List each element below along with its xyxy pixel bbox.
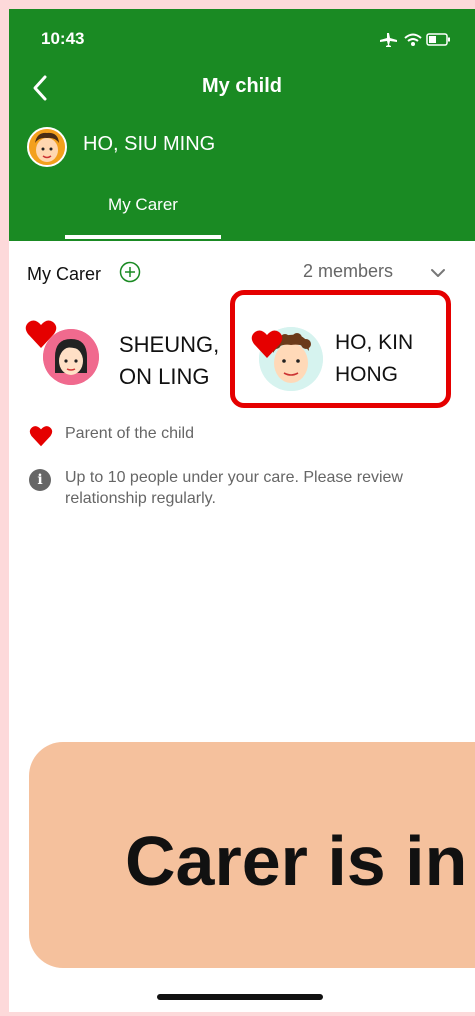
section-title: My Carer bbox=[27, 264, 102, 284]
carer-name-line2: ON LING bbox=[119, 364, 210, 389]
home-indicator[interactable] bbox=[157, 994, 323, 1000]
tab-indicator bbox=[65, 235, 221, 239]
carer-card-1[interactable]: SHEUNG, ON LING bbox=[25, 319, 225, 403]
status-icons bbox=[380, 33, 450, 47]
carer-name: SHEUNG, ON LING bbox=[119, 329, 219, 393]
highlight-box bbox=[230, 290, 451, 408]
tab-my-carer[interactable]: My Carer bbox=[65, 195, 221, 215]
battery-icon bbox=[426, 33, 450, 46]
chevron-down-icon[interactable] bbox=[429, 265, 447, 281]
phone-screen: 10:43 My child HO, SIU MING My Carer My … bbox=[9, 9, 475, 1012]
legend-text: Parent of the child bbox=[65, 425, 194, 442]
status-time: 10:43 bbox=[41, 29, 85, 48]
add-carer-icon[interactable] bbox=[119, 261, 141, 283]
caption-banner: Carer is in bbox=[29, 742, 475, 968]
carer-name-line1: SHEUNG, bbox=[119, 332, 220, 357]
airplane-icon bbox=[380, 33, 397, 47]
member-count: 2 members bbox=[303, 261, 394, 281]
heart-icon bbox=[29, 426, 53, 447]
wifi-icon bbox=[404, 33, 422, 42]
banner-text: Carer is in bbox=[125, 822, 468, 900]
parent-heart-icon bbox=[25, 320, 57, 348]
child-avatar bbox=[27, 127, 67, 167]
page-title: My child bbox=[201, 75, 282, 97]
child-name: HO, SIU MING bbox=[83, 133, 216, 155]
info-text: Up to 10 people under your care. Please … bbox=[65, 469, 403, 507]
app-header: 10:43 My child HO, SIU MING My Carer bbox=[9, 9, 475, 241]
info-icon: i bbox=[29, 469, 51, 491]
